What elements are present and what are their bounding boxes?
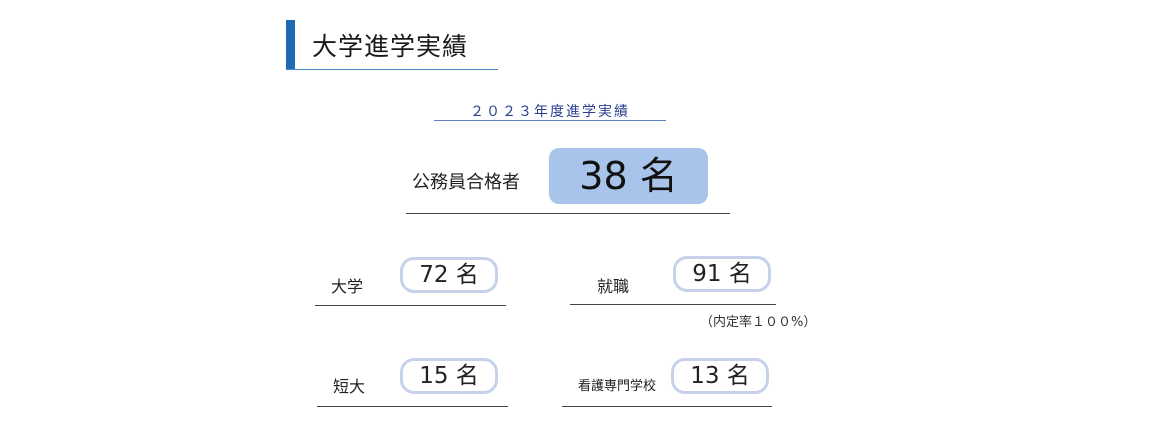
- university-underline: [315, 305, 506, 306]
- nursing-school-count: 13 名: [671, 358, 769, 394]
- year-subtitle: ２０２３年度進学実績: [470, 104, 630, 120]
- employment-count: 91 名: [673, 256, 771, 292]
- junior-college-count: 15 名: [400, 358, 498, 394]
- civil-service-underline: [406, 213, 730, 214]
- university-label: 大学: [331, 277, 364, 296]
- civil-service-count: 38 名: [549, 148, 708, 204]
- junior-college-underline: [317, 406, 508, 407]
- section-title: 大学進学実績: [312, 32, 469, 61]
- nursing-school-label: 看護専門学校: [578, 379, 657, 394]
- section-title-underline: [286, 69, 498, 70]
- civil-service-label: 公務員合格者: [412, 172, 520, 193]
- junior-college-label: 短大: [333, 377, 366, 396]
- year-subtitle-underline: [434, 120, 666, 121]
- university-count: 72 名: [400, 257, 498, 293]
- nursing-school-underline: [562, 406, 772, 407]
- section-heading-accent-bar: [286, 20, 295, 70]
- employment-rate-note: （内定率１００%）: [700, 315, 817, 330]
- employment-label: 就職: [597, 277, 630, 296]
- employment-underline: [570, 304, 776, 305]
